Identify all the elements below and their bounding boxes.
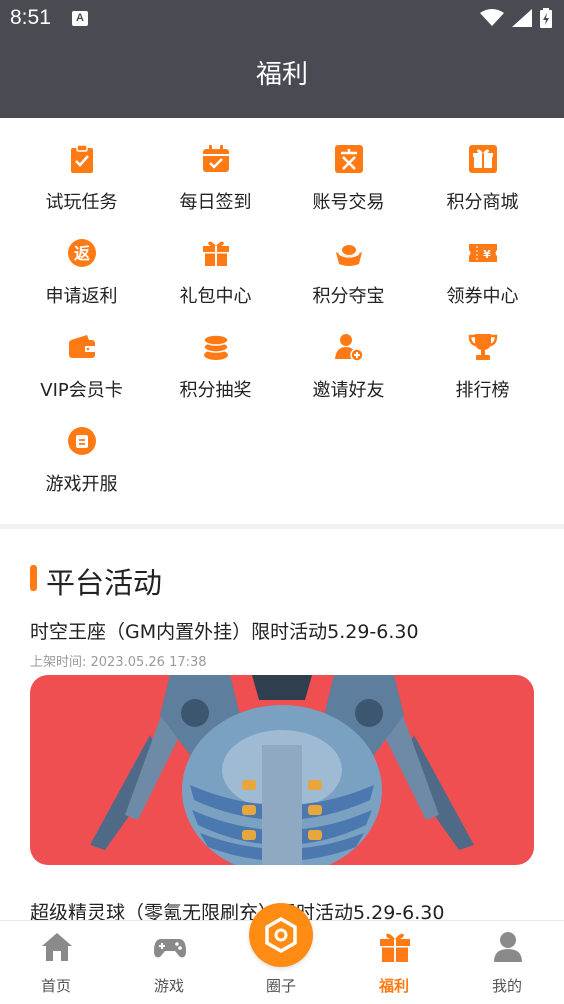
section-accent-bar — [30, 565, 37, 591]
page-title: 福利 — [255, 60, 308, 90]
tab-home[interactable]: 首页 — [0, 921, 112, 1004]
menu-item-label: 邀请好友 — [312, 380, 385, 401]
notification-icon: A — [72, 11, 88, 26]
menu-item-invite-friends[interactable]: 邀请好友 — [278, 306, 419, 401]
menu-item-leaderboard[interactable]: 排行榜 — [412, 306, 553, 401]
tab-label: 首页 — [40, 977, 71, 995]
menu-item-coupon-center[interactable]: ¥ 领券中心 — [412, 212, 553, 307]
svg-text:返: 返 — [74, 244, 90, 263]
rebate-icon: 返 — [68, 239, 96, 267]
robot-character-image — [90, 675, 474, 865]
menu-item-label: VIP会员卡 — [40, 380, 123, 401]
system-icons — [480, 8, 552, 28]
app-bar: 福利 — [0, 36, 564, 118]
menu-item-label: 每日签到 — [179, 192, 252, 213]
coupon-icon: ¥ — [469, 244, 497, 262]
section-divider — [0, 524, 564, 529]
svg-text:¥: ¥ — [483, 248, 491, 261]
circle-center-button[interactable] — [249, 903, 313, 967]
gift-icon — [380, 933, 410, 962]
menu-item-apply-rebate[interactable]: 返 申请返利 — [11, 212, 152, 307]
tab-welfare[interactable]: 福利 — [338, 921, 450, 1004]
tab-label: 福利 — [378, 977, 409, 995]
tab-mine[interactable]: 我的 — [451, 921, 563, 1004]
menu-item-daily-checkin[interactable]: 每日签到 — [145, 118, 286, 213]
tab-label: 我的 — [491, 977, 522, 995]
tab-games[interactable]: 游戏 — [113, 921, 225, 1004]
menu-item-points-mall[interactable]: 积分商城 — [412, 118, 553, 213]
menu-item-points-lottery[interactable]: 积分抽奖 — [145, 306, 286, 401]
menu-item-label: 申请返利 — [45, 286, 118, 307]
activity-banner[interactable] — [30, 675, 534, 865]
menu-item-label: 积分抽奖 — [179, 380, 252, 401]
menu-item-label: 领券中心 — [446, 286, 519, 307]
tab-label: 圈子 — [265, 977, 296, 995]
menu-item-gift-center[interactable]: 礼包中心 — [145, 212, 286, 307]
server-icon — [68, 427, 96, 455]
activity-title[interactable]: 时空王座（GM内置外挂）限时活动5.29-6.30 — [30, 617, 419, 644]
menu-item-label: 礼包中心 — [179, 286, 252, 307]
clipboard-check-icon — [71, 144, 93, 173]
menu-item-points-treasure[interactable]: 积分夺宝 — [278, 212, 419, 307]
signal-icon — [512, 9, 532, 27]
user-icon — [494, 932, 522, 962]
treasure-icon — [336, 245, 362, 266]
menu-item-trial-task[interactable]: 试玩任务 — [11, 118, 152, 213]
section-title: 平台活动 — [46, 566, 163, 600]
gift-icon — [203, 241, 229, 266]
activity-time: 上架时间: 2023.05.26 17:38 — [30, 655, 207, 670]
menu-item-game-server[interactable]: 游戏开服 — [11, 400, 152, 495]
status-bar: 8:51 A — [0, 0, 564, 36]
gamepad-icon — [154, 939, 186, 958]
welfare-menu-grid: 试玩任务 每日签到 账号交易 积分商城 返 申请返利 礼包中心 积分夺宝 ¥ 领… — [0, 118, 564, 524]
menu-item-label: 排行榜 — [455, 380, 510, 401]
gift-box-icon — [469, 145, 497, 173]
tab-label: 游戏 — [153, 977, 184, 995]
calendar-check-icon — [203, 145, 229, 172]
menu-item-label: 积分商城 — [446, 192, 519, 213]
add-user-icon — [335, 334, 364, 362]
wallet-icon — [69, 335, 95, 358]
menu-item-label: 积分夺宝 — [312, 286, 385, 307]
wifi-icon — [480, 9, 504, 26]
status-time: 8:51 — [10, 6, 51, 29]
exchange-icon — [335, 145, 363, 173]
hexagon-icon — [265, 916, 297, 954]
coins-stack-icon — [203, 334, 229, 360]
home-icon — [42, 933, 72, 961]
menu-item-vip-card[interactable]: VIP会员卡 — [11, 306, 152, 401]
menu-item-label: 试玩任务 — [45, 192, 118, 213]
trophy-icon — [468, 334, 498, 360]
battery-icon — [540, 8, 552, 28]
menu-item-label: 账号交易 — [312, 192, 385, 213]
menu-item-label: 游戏开服 — [45, 474, 118, 495]
menu-item-account-trade[interactable]: 账号交易 — [278, 118, 419, 213]
